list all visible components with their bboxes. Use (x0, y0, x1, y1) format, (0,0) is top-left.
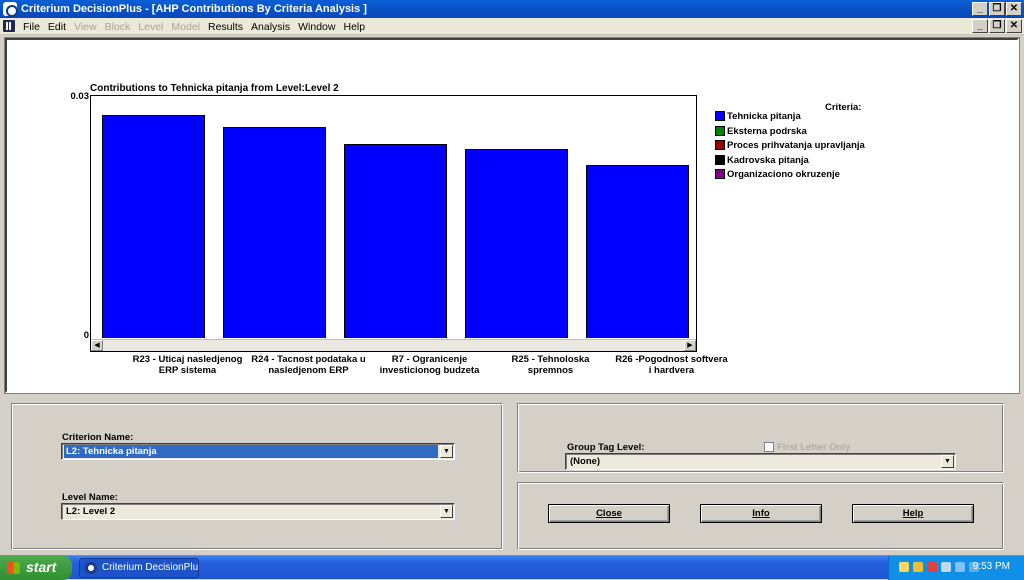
legend-entry: Eksterna podrska (715, 125, 807, 137)
document-caption-buttons: _ ❐ ✕ (972, 19, 1022, 33)
taskbar-item-label: Criterium DecisionPlus.... (102, 562, 199, 573)
legend-entry: Kadrovska pitanja (715, 154, 809, 166)
legend-entry: Tehnicka pitanja (715, 111, 801, 122)
chart-horizontal-scrollbar[interactable]: ◀ ▶ (91, 339, 696, 351)
criterion-panel (11, 403, 503, 550)
bar (223, 127, 326, 338)
bar (465, 149, 568, 338)
system-tray: 9:53 PM (888, 556, 1024, 580)
menu-bar: File Edit View Block Level Model Results Analys… (0, 18, 1024, 35)
level-name-select[interactable]: L2: Level 2 ▼ (61, 503, 455, 520)
legend-swatch (715, 154, 725, 165)
taskbar-item-criterium[interactable]: Criterium DecisionPlus.... (79, 558, 199, 578)
bar (344, 144, 447, 338)
legend-swatch (715, 140, 725, 150)
menu-analysis[interactable]: Analysis (247, 21, 294, 33)
menu-edit[interactable]: Edit (44, 21, 70, 33)
close-button[interactable]: ✕ (1006, 2, 1022, 16)
legend-label: Eksterna podrska (727, 125, 807, 137)
help-button[interactable]: Help (852, 504, 974, 523)
menu-items: File Edit View Block Level Model Results Analys… (19, 21, 369, 33)
menu-level: Level (138, 21, 164, 33)
network-icon[interactable] (899, 562, 909, 572)
volume-icon[interactable] (955, 562, 965, 572)
document-icon[interactable] (3, 20, 15, 32)
bar (586, 165, 689, 338)
x-tick-label: R24 - Tacnost podataka u nasledjenom ERP (251, 354, 366, 376)
legend-swatch (715, 169, 725, 179)
clock: 9:53 PM (972, 561, 1010, 572)
legend-entry: Organizaciono okruzenje (715, 169, 840, 180)
close-dialog-button[interactable]: Close (548, 504, 670, 523)
level-name-label: Level Name: (62, 492, 118, 503)
bar (102, 115, 205, 338)
help-button-label: Help (902, 508, 924, 519)
app-icon[interactable] (3, 2, 18, 17)
antivirus-icon[interactable] (927, 562, 937, 572)
doc-close-button[interactable]: ✕ (1006, 19, 1022, 33)
first-letter-only-label: First Letter Only (777, 442, 851, 453)
chart-title: Contributions to Tehnicka pitanja from L… (90, 83, 339, 94)
x-tick-label: R23 - Uticaj nasledjenog ERP sistema (132, 354, 243, 376)
legend-entry: Proces prihvatanja upravljanja (715, 140, 865, 151)
legend-label: Proces prihvatanja upravljanja (727, 140, 865, 151)
start-label: start (26, 559, 57, 575)
info-button-label: Info (752, 508, 770, 519)
chevron-down-icon[interactable]: ▼ (941, 455, 954, 468)
app-icon (85, 562, 97, 574)
scroll-left-icon[interactable]: ◀ (91, 340, 103, 351)
taskbar: start Criterium DecisionPlus.... 9:53 PM (0, 555, 1024, 580)
x-tick-label: R26 -Pogodnost softvera i hardvera (615, 354, 728, 376)
legend-label: Organizaciono okruzenje (727, 169, 840, 180)
scroll-right-icon[interactable]: ▶ (684, 340, 696, 351)
legend-swatch (715, 111, 725, 121)
y-tick-label-top: 0.03 (70, 91, 90, 102)
legend-title: Criteria: (825, 102, 862, 113)
security-shield-icon[interactable] (913, 562, 923, 572)
chevron-down-icon[interactable]: ▼ (440, 445, 453, 458)
group-tag-value: (None) (570, 456, 601, 467)
restore-button[interactable]: ❐ (989, 2, 1005, 16)
legend-swatch (715, 125, 725, 136)
group-tag-select[interactable]: (None) ▼ (565, 453, 956, 470)
display-icon[interactable] (941, 562, 951, 572)
plot-area: ◀ ▶ (90, 95, 697, 352)
menu-view: View (74, 21, 97, 33)
criterion-name-label: Criterion Name: (62, 432, 134, 443)
minimize-button[interactable]: _ (972, 2, 988, 16)
y-tick-label-zero: 0 (83, 330, 89, 341)
menu-window[interactable]: Window (294, 21, 339, 33)
start-button[interactable]: start (0, 556, 72, 580)
criterion-name-value: L2: Tehnicka pitanja (64, 445, 438, 458)
menu-model: Model (171, 21, 200, 33)
menu-results[interactable]: Results (204, 21, 247, 33)
group-tag-label: Group Tag Level: (567, 442, 645, 453)
menu-file[interactable]: File (19, 21, 44, 33)
doc-restore-button[interactable]: ❐ (989, 19, 1005, 33)
info-button[interactable]: Info (700, 504, 822, 523)
criterion-name-select[interactable]: L2: Tehnicka pitanja ▼ (61, 443, 455, 460)
chart-panel: Contributions to Tehnicka pitanja from L… (4, 37, 1020, 394)
menu-help[interactable]: Help (339, 21, 369, 33)
x-tick-label: R7 - Ogranicenje investicionog budzeta (379, 354, 480, 376)
close-button-label: Close (596, 508, 622, 519)
windows-flag-icon (7, 562, 20, 574)
doc-minimize-button[interactable]: _ (972, 19, 988, 33)
chevron-down-icon[interactable]: ▼ (440, 505, 453, 518)
legend-label: Kadrovska pitanja (727, 154, 809, 166)
first-letter-only-checkbox[interactable] (764, 442, 774, 452)
legend-label: Tehnicka pitanja (727, 111, 801, 122)
level-name-value: L2: Level 2 (66, 506, 116, 517)
window-caption-buttons: _ ❐ ✕ (972, 2, 1022, 16)
x-tick-label: R25 - Tehnoloska spremnos (511, 354, 590, 376)
menu-block: Block (104, 21, 131, 33)
title-bar: Criterium DecisionPlus - [AHP Contributi… (0, 0, 1024, 18)
window-title: Criterium DecisionPlus - [AHP Contributi… (21, 3, 367, 15)
